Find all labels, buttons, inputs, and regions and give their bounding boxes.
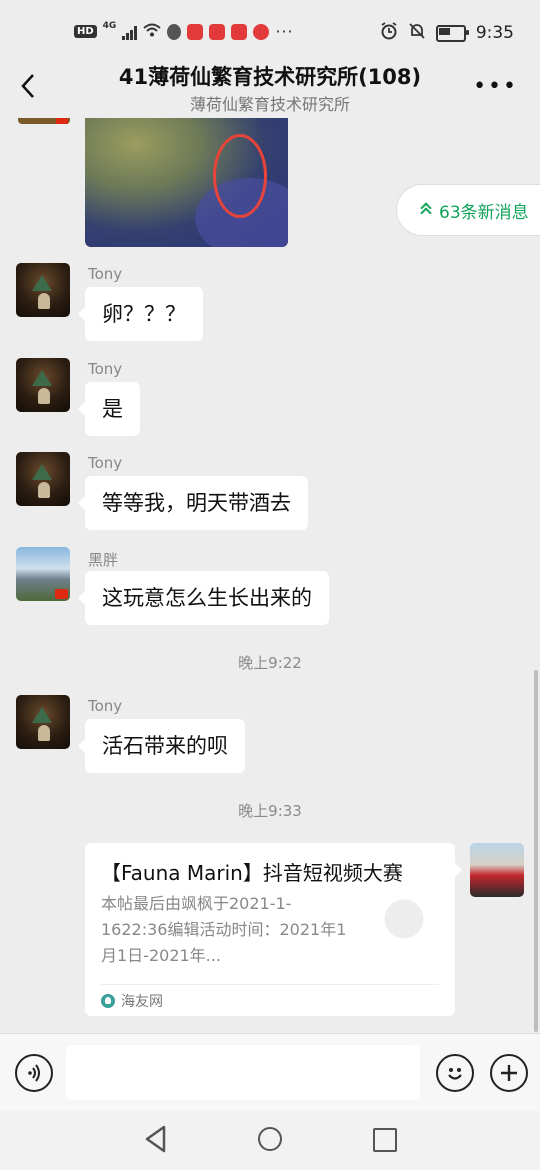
app-notification-icon	[187, 23, 204, 40]
avatar[interactable]	[16, 263, 70, 317]
sender-name: Tony	[88, 265, 123, 283]
input-bar	[0, 1033, 540, 1112]
link-card-thumbnail	[369, 891, 439, 961]
new-messages-button[interactable]: 63条新消息	[396, 184, 540, 236]
chat-title: 41薄荷仙繁育技术研究所(108)	[118, 65, 422, 89]
chat-header: 41薄荷仙繁育技术研究所(108) 薄荷仙繁育技术研究所 •••	[0, 56, 540, 118]
avatar[interactable]	[18, 118, 70, 124]
target-app-icon	[253, 23, 270, 40]
news-app-icon	[231, 23, 248, 40]
photo-annotation-circle	[213, 134, 267, 218]
sender-name: Tony	[88, 360, 123, 378]
scrollbar[interactable]	[534, 670, 538, 1032]
signal-icon	[122, 24, 138, 40]
timestamp: 晚上9:33	[238, 802, 302, 820]
hd-icon: HD	[74, 25, 97, 38]
timestamp: 晚上9:22	[238, 654, 302, 672]
more-functions-button[interactable]	[490, 1054, 528, 1092]
link-card-source: 海友网	[101, 991, 163, 1011]
voice-button[interactable]	[15, 1054, 53, 1092]
divider	[101, 984, 439, 985]
avatar[interactable]	[16, 547, 70, 601]
link-card-title: 【Fauna Marin】抖音短视频大赛	[101, 861, 403, 885]
message-bubble[interactable]: 这玩意怎么生长出来的	[78, 571, 329, 625]
network-type-icon: 4G	[102, 20, 117, 31]
double-chevron-up-icon	[421, 203, 431, 217]
sender-name: Tony	[88, 697, 123, 715]
avatar[interactable]	[16, 695, 70, 749]
message-bubble[interactable]: 卵？？？	[78, 287, 203, 341]
nav-recents-button[interactable]	[373, 1128, 397, 1152]
source-logo-icon	[101, 994, 115, 1008]
smiley-icon	[448, 1068, 462, 1080]
link-card-source-name: 海友网	[121, 994, 163, 1010]
avatar[interactable]	[16, 452, 70, 506]
message-bubble[interactable]: 活石带来的呗	[78, 719, 245, 773]
new-messages-label: 63条新消息	[439, 202, 529, 223]
mute-bell-icon	[408, 22, 426, 44]
image-message[interactable]	[85, 118, 288, 247]
voice-icon	[28, 1064, 40, 1082]
sender-name: Tony	[88, 454, 123, 472]
message-bubble[interactable]: 等等我，明天带酒去	[78, 476, 308, 530]
alarm-icon	[380, 22, 398, 44]
more-options-button[interactable]: •••	[473, 74, 518, 99]
message-list[interactable]: Tony 卵？？？ Tony 是 Tony 等等我，明天带酒去 黑胖 这玩意怎么…	[0, 118, 540, 1033]
link-card-description: 本帖最后由飒枫于2021-1-1622:36编辑活动时间：2021年1月1日-2…	[101, 894, 347, 965]
clock: 9:35	[475, 23, 514, 43]
qq-icon	[167, 23, 182, 40]
more-notifications-icon: ···	[275, 22, 294, 41]
nav-back-button[interactable]	[144, 1125, 168, 1153]
battery-icon	[435, 24, 469, 42]
sender-name: 黑胖	[88, 551, 119, 569]
shopping-app-icon	[209, 23, 226, 40]
my-avatar[interactable]	[470, 843, 524, 897]
emoji-button[interactable]	[436, 1054, 474, 1092]
nav-home-button[interactable]	[258, 1127, 282, 1151]
message-input[interactable]	[66, 1045, 420, 1100]
plus-icon	[501, 1065, 517, 1081]
avatar[interactable]	[16, 358, 70, 412]
message-bubble[interactable]: 是	[78, 382, 140, 436]
link-card[interactable]: 【Fauna Marin】抖音短视频大赛 本帖最后由飒枫于2021-1-1622…	[85, 843, 462, 1016]
chat-subtitle: 薄荷仙繁育技术研究所	[189, 95, 350, 114]
system-nav-bar	[0, 1111, 540, 1170]
status-bar: HD 4G ··· 9:35	[0, 0, 540, 64]
flag-icon	[55, 589, 68, 599]
wifi-icon	[143, 22, 161, 41]
